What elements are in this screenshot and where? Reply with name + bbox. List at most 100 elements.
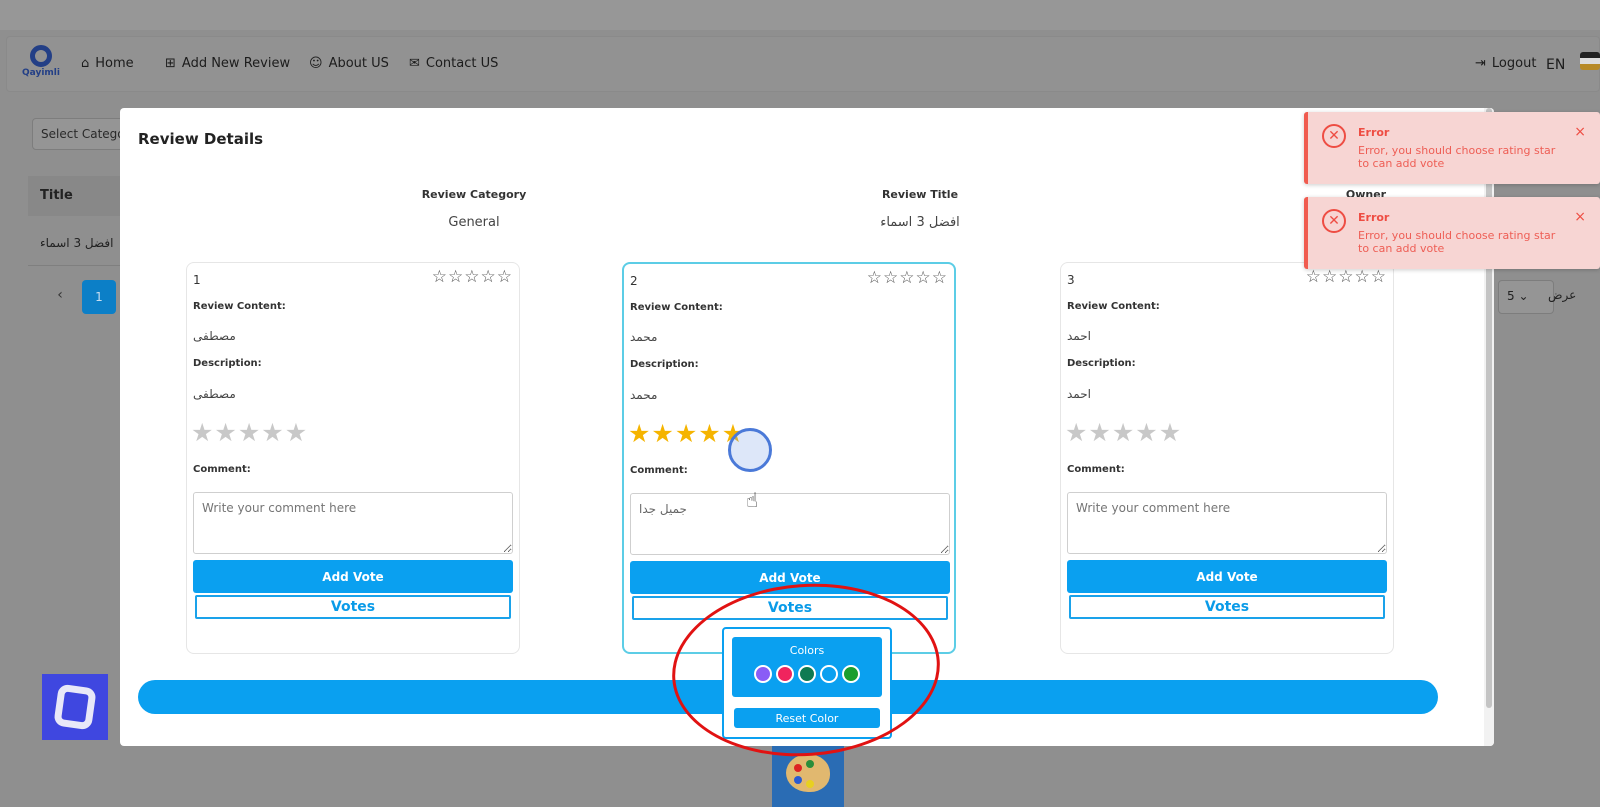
- nav-add-new-review[interactable]: ⊞ Add New Review: [165, 56, 290, 71]
- toast-title: Error: [1358, 211, 1390, 224]
- nav-add-new-review-label: Add New Review: [181, 56, 291, 71]
- star-outline-icon: ☆: [480, 267, 497, 287]
- error-circle-icon: ✕: [1322, 209, 1346, 233]
- rating-star-icon[interactable]: ★: [214, 418, 236, 447]
- rating-star-icon[interactable]: ★: [1088, 418, 1110, 447]
- nav-about-us-label: About US: [328, 56, 389, 71]
- rating-star-icon[interactable]: ★: [238, 418, 260, 447]
- rating-star-icon[interactable]: ★: [261, 418, 283, 447]
- votes-button[interactable]: Votes: [195, 595, 511, 619]
- error-toast: ✕ Error Error, you should choose rating …: [1304, 197, 1600, 269]
- card-number: 2: [630, 274, 638, 288]
- floating-logo-icon[interactable]: [42, 674, 108, 740]
- rating-input[interactable]: ★★★★★: [191, 418, 308, 447]
- logo-hex-shape: [53, 683, 97, 731]
- review-card: 1 ☆☆☆☆☆ Review Content: مصطفى Description: مص…: [186, 262, 520, 654]
- info-review-title: Review Title افضل 3 اسماء: [720, 188, 1120, 230]
- comment-textarea[interactable]: [630, 493, 950, 555]
- nav-home[interactable]: ⌂ Home: [81, 56, 134, 71]
- palette-dot: [806, 780, 814, 788]
- add-vote-button[interactable]: Add Vote: [1067, 560, 1387, 593]
- nav-contact-us-label: Contact US: [425, 56, 499, 71]
- page-size-select[interactable]: 5 ⌄: [1498, 280, 1554, 314]
- palette-dot: [794, 764, 802, 772]
- logout-icon: ⇥: [1475, 56, 1486, 71]
- qayimli-logo[interactable]: Qayimli: [21, 45, 61, 85]
- pagination-page-1[interactable]: 1: [82, 280, 116, 314]
- comment-textarea[interactable]: [1067, 492, 1387, 554]
- description-label: Description:: [1067, 358, 1136, 369]
- rating-star-icon[interactable]: ★: [285, 418, 307, 447]
- star-outline-icon: ☆: [1305, 267, 1322, 287]
- star-outline-icon: ☆: [1322, 267, 1339, 287]
- rating-star-icon[interactable]: ★: [628, 419, 650, 448]
- average-rating-stars: ☆☆☆☆☆: [432, 267, 513, 287]
- star-outline-icon: ☆: [1338, 267, 1355, 287]
- star-outline-icon: ☆: [431, 267, 448, 287]
- star-outline-icon: ☆: [883, 268, 900, 288]
- votes-button[interactable]: Votes: [1069, 595, 1385, 619]
- comment-label: Comment:: [630, 465, 688, 476]
- info-label: Review Category: [421, 188, 527, 201]
- add-vote-button[interactable]: Add Vote: [193, 560, 513, 593]
- card-number: 1: [193, 273, 201, 287]
- star-outline-icon: ☆: [448, 267, 465, 287]
- chevron-down-icon: ⌄: [1518, 289, 1529, 303]
- comment-label: Comment:: [1067, 464, 1125, 475]
- nav-home-label: Home: [95, 56, 134, 71]
- logout-label: Logout: [1491, 56, 1537, 71]
- table-row[interactable]: افضل 3 اسماء: [28, 226, 128, 266]
- palette-dot: [794, 776, 802, 784]
- category-select[interactable]: Select Category: [32, 118, 132, 150]
- nav-about-us[interactable]: ☺ About US: [309, 56, 389, 71]
- logout-button[interactable]: ⇥ Logout: [1475, 56, 1536, 71]
- rating-star-icon[interactable]: ★: [1065, 418, 1087, 447]
- palette-icon: [786, 754, 830, 792]
- click-indicator: [728, 428, 772, 472]
- modal-title: Review Details: [138, 130, 264, 148]
- review-content-label: Review Content:: [630, 302, 723, 313]
- toast-message: Error, you should choose rating star to …: [1358, 229, 1556, 255]
- review-content-value: محمد: [630, 330, 658, 344]
- description-label: Description:: [630, 359, 699, 370]
- rating-star-icon[interactable]: ★: [191, 418, 213, 447]
- rating-star-icon[interactable]: ★: [1135, 418, 1157, 447]
- rating-star-icon[interactable]: ★: [698, 419, 720, 448]
- info-value: General: [448, 215, 500, 230]
- logo-q-icon: [30, 45, 52, 67]
- navbar: Qayimli ⌂ Home ⊞ Add New Review ☺ About US …: [6, 36, 1600, 92]
- rating-star-icon[interactable]: ★: [1159, 418, 1181, 447]
- browser-top-strip: [0, 0, 1600, 30]
- rating-star-icon[interactable]: ★: [651, 419, 673, 448]
- rating-star-icon[interactable]: ★: [675, 419, 697, 448]
- error-toast: ✕ Error Error, you should choose rating …: [1304, 112, 1600, 184]
- logo-text: Qayimli: [22, 68, 60, 78]
- star-outline-icon: ☆: [496, 267, 513, 287]
- star-outline-icon: ☆: [931, 268, 948, 288]
- comment-label: Comment:: [193, 464, 251, 475]
- nav-contact-us[interactable]: ✉ Contact US: [409, 56, 498, 71]
- language-switch[interactable]: EN: [1546, 57, 1565, 73]
- page-size-value: 5: [1507, 289, 1515, 303]
- toast-title: Error: [1358, 126, 1390, 139]
- pagination-prev-button[interactable]: ‹: [48, 280, 72, 310]
- star-outline-icon: ☆: [899, 268, 916, 288]
- review-content-value: احمد: [1067, 329, 1091, 343]
- star-outline-icon: ☆: [1354, 267, 1371, 287]
- rating-input[interactable]: ★★★★★: [628, 419, 745, 448]
- flag-icon[interactable]: [1580, 52, 1600, 70]
- smile-icon: ☺: [309, 56, 323, 71]
- comment-textarea[interactable]: [193, 492, 513, 554]
- description-value: محمد: [630, 388, 658, 402]
- rating-star-icon[interactable]: ★: [1112, 418, 1134, 447]
- close-icon[interactable]: ×: [1574, 209, 1586, 225]
- info-value: افضل 3 اسماء: [880, 215, 960, 230]
- close-icon[interactable]: ×: [1574, 124, 1586, 140]
- page-size-label: عرض: [1548, 288, 1577, 302]
- info-review-category: Review Category General: [274, 188, 674, 230]
- home-icon: ⌂: [81, 56, 90, 71]
- description-value: احمد: [1067, 387, 1091, 401]
- toast-message: Error, you should choose rating star to …: [1358, 144, 1556, 170]
- grid-icon: ⊞: [165, 56, 176, 71]
- rating-input[interactable]: ★★★★★: [1065, 418, 1182, 447]
